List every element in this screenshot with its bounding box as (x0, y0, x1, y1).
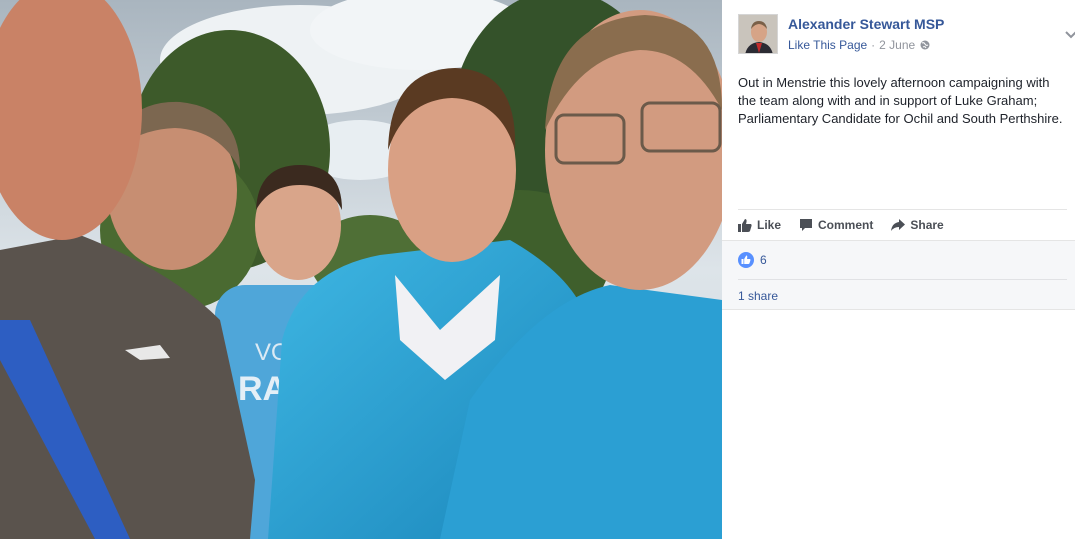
post-header: Alexander Stewart MSP Like This Page · 2… (738, 14, 1075, 56)
divider (738, 279, 1067, 280)
comment-icon (800, 219, 813, 231)
engagement-section: 6 1 share (722, 240, 1075, 310)
like-this-page-link[interactable]: Like This Page (788, 38, 867, 52)
share-button[interactable]: Share (891, 218, 944, 232)
post-details-panel: Alexander Stewart MSP Like This Page · 2… (722, 0, 1075, 539)
thumbs-up-icon (738, 219, 752, 232)
comment-button[interactable]: Comment (799, 218, 873, 232)
page-name-link[interactable]: Alexander Stewart MSP (788, 16, 944, 32)
action-bar: Like Comment Share (738, 216, 962, 234)
share-label: Share (910, 218, 944, 232)
meta-separator: · (871, 38, 876, 52)
share-arrow-icon (891, 219, 906, 231)
avatar[interactable] (738, 14, 778, 54)
reactions-summary[interactable]: 6 (738, 252, 767, 268)
like-label: Like (757, 218, 782, 232)
comment-label: Comment (818, 218, 874, 232)
globe-icon (920, 40, 930, 50)
post-text: Out in Menstrie this lovely afternoon ca… (738, 75, 1063, 126)
post-meta: Like This Page · 2 June (788, 38, 930, 52)
shares-link[interactable]: 1 share (738, 289, 778, 303)
photo-viewer: VOT RAH Alexander Stewart MSP Like This … (0, 0, 1075, 539)
like-reaction-icon (738, 252, 754, 268)
like-button[interactable]: Like (738, 218, 781, 232)
chevron-down-icon[interactable] (1064, 30, 1075, 40)
post-photo[interactable]: VOT RAH (0, 0, 722, 539)
post-date[interactable]: 2 June (879, 38, 915, 52)
reaction-count: 6 (760, 253, 767, 267)
divider (738, 209, 1067, 210)
